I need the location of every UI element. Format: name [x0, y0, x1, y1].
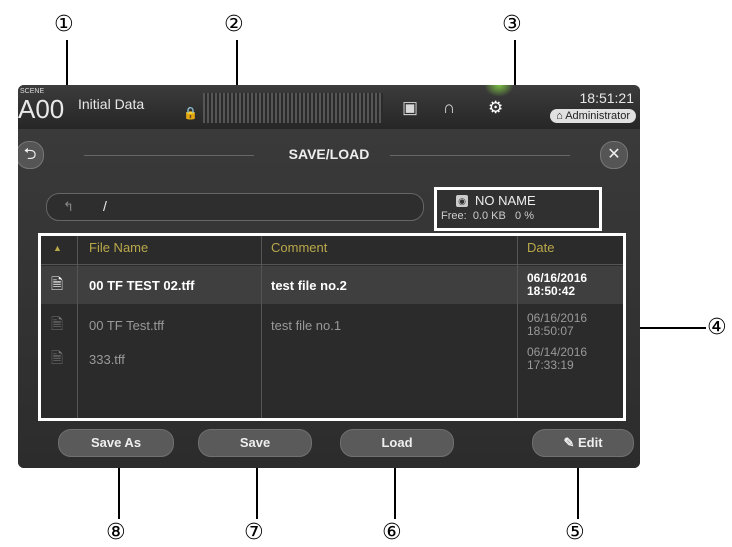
- save-load-panel: ⮌ SAVE/LOAD ✕ ↰ / ◉ NO NAME Free: 0.0 KB…: [18, 129, 640, 468]
- usb-drive-icon: ◉: [456, 195, 468, 207]
- save-button[interactable]: Save: [198, 429, 312, 457]
- edit-label: Edit: [577, 435, 603, 450]
- file-date-time: 18:50:07: [527, 324, 574, 338]
- file-date: 06/14/2016 17:33:19: [527, 346, 587, 372]
- file-comment: test file no.1: [271, 318, 342, 333]
- file-name: 00 TF TEST 02.tff: [89, 278, 195, 293]
- user-badge[interactable]: ⌂ Administrator: [550, 109, 636, 123]
- file-icon: 🗎: [51, 316, 64, 333]
- media-name: NO NAME: [475, 193, 536, 208]
- path-text: /: [103, 198, 107, 214]
- column-divider-1: [77, 236, 78, 418]
- media-free: Free: 0.0 KB 0 %: [441, 210, 534, 222]
- clock: 18:51:21: [579, 90, 635, 106]
- free-percent: 0 %: [515, 210, 534, 222]
- meter-icon[interactable]: [203, 93, 383, 123]
- column-divider-3: [517, 236, 518, 418]
- setup-icon[interactable]: ⚙: [488, 98, 503, 118]
- file-icon: 🗎: [51, 350, 64, 367]
- callout-4: ④: [707, 315, 727, 340]
- sort-icon[interactable]: ▲: [53, 243, 62, 253]
- title-divider-right: [390, 155, 570, 156]
- file-comment: test file no.2: [271, 278, 347, 293]
- callout-5: ⑤: [565, 520, 585, 545]
- free-label: Free:: [441, 210, 467, 222]
- file-date: 06/16/2016 18:50:42: [527, 272, 587, 298]
- recorder-icon[interactable]: ▣: [402, 98, 418, 118]
- header-file-name[interactable]: File Name: [89, 240, 148, 255]
- header-comment[interactable]: Comment: [271, 240, 327, 255]
- pencil-icon: ✎: [563, 435, 575, 450]
- user-name: Administrator: [565, 110, 630, 122]
- callout-2: ②: [224, 12, 244, 37]
- active-indicator: [484, 85, 514, 97]
- save-as-button[interactable]: Save As: [58, 429, 174, 457]
- header-divider: [41, 264, 623, 265]
- file-name: 333.tff: [89, 352, 125, 367]
- folder-up-icon[interactable]: ↰: [63, 199, 74, 215]
- file-name: 00 TF Test.tff: [89, 318, 165, 333]
- column-divider-2: [261, 236, 262, 418]
- callout-8: ⑧: [106, 520, 126, 545]
- header-date[interactable]: Date: [527, 240, 554, 255]
- callout-6: ⑥: [382, 520, 402, 545]
- lock-icon[interactable]: 🔒: [183, 106, 198, 120]
- callout-7: ⑦: [244, 520, 264, 545]
- scene-number[interactable]: A00: [18, 94, 64, 125]
- panel-title: SAVE/LOAD: [288, 146, 370, 162]
- file-date-time: 17:33:19: [527, 358, 574, 372]
- media-info: ◉ NO NAME Free: 0.0 KB 0 %: [434, 187, 602, 231]
- load-button[interactable]: Load: [340, 429, 454, 457]
- file-date: 06/16/2016 18:50:07: [527, 312, 587, 338]
- free-value: 0.0 KB: [472, 210, 506, 222]
- callout-1: ①: [54, 12, 74, 37]
- device-screen: SCENE A00 Initial Data 🔒 ▣ ∩ ⚙ 18:51:21 …: [18, 85, 640, 468]
- top-bar: SCENE A00 Initial Data 🔒 ▣ ∩ ⚙ 18:51:21 …: [18, 85, 640, 129]
- file-icon: 🗎: [51, 276, 64, 293]
- callout-3: ③: [502, 12, 522, 37]
- close-button[interactable]: ✕: [600, 141, 628, 169]
- file-list: ▲ File Name Comment Date 🗎 00 TF TEST 02…: [38, 233, 626, 421]
- edit-button[interactable]: ✎ Edit: [532, 429, 634, 457]
- path-field[interactable]: ↰ /: [46, 193, 424, 221]
- file-date-time: 18:50:42: [527, 284, 576, 298]
- headphones-icon[interactable]: ∩: [443, 98, 455, 118]
- scene-title[interactable]: Initial Data: [78, 96, 144, 112]
